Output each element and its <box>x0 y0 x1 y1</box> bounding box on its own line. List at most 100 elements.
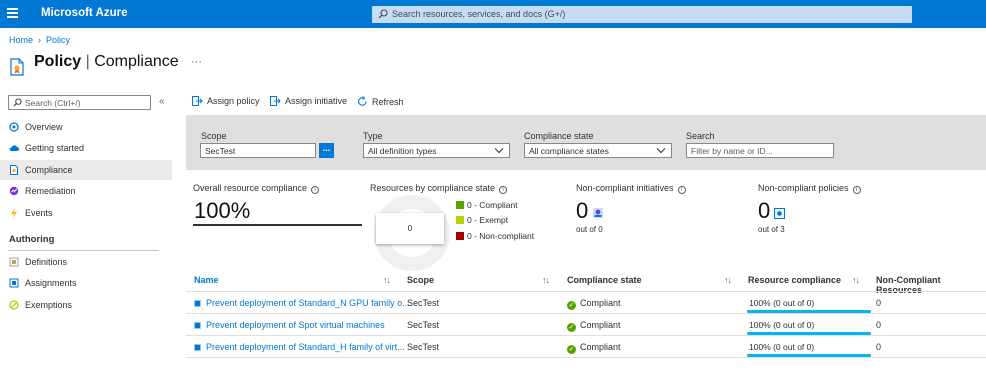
policy-assignment-icon <box>194 322 201 329</box>
table-row[interactable]: Prevent deployment of Spot virtual machi… <box>186 314 986 336</box>
policy-icon <box>10 58 24 76</box>
non-compliant-count: 0 <box>876 320 882 330</box>
sidebar-item-label: Remediation <box>25 186 76 196</box>
sidebar-section-authoring: Authoring <box>9 234 55 245</box>
resource-compliance-link[interactable]: 100% (0 out of 0) <box>749 320 814 330</box>
page-title-main: Policy <box>34 53 82 70</box>
column-header-compliance-state[interactable]: Compliance state <box>567 275 642 285</box>
policy-name-link[interactable]: Prevent deployment of Standard_H family … <box>194 342 405 352</box>
sidebar-item-label: Exemptions <box>25 300 73 310</box>
breadcrumb-home[interactable]: Home <box>9 35 33 45</box>
legend-swatch <box>456 216 464 224</box>
refresh-button[interactable]: Refresh <box>357 96 404 107</box>
sort-name-icon[interactable]: ↑↓ <box>383 275 391 285</box>
breadcrumb: Home › Policy <box>9 35 70 45</box>
overall-compliance-label: Overall resource compliance i <box>193 183 320 194</box>
global-search[interactable] <box>372 6 912 23</box>
resource-compliance-link[interactable]: 100% (0 out of 0) <box>749 298 814 308</box>
hamburger-menu-icon[interactable] <box>7 8 18 18</box>
resource-compliance-link[interactable]: 100% (0 out of 0) <box>749 342 814 352</box>
info-icon[interactable]: i <box>852 186 861 194</box>
info-icon[interactable]: i <box>677 186 686 194</box>
assign-initiative-button[interactable]: Assign initiative <box>270 96 347 106</box>
more-options-icon[interactable]: ··· <box>191 56 202 68</box>
breadcrumb-policy[interactable]: Policy <box>46 35 70 45</box>
column-header-scope[interactable]: Scope <box>407 275 434 285</box>
sort-resource-icon[interactable]: ↑↓ <box>852 275 860 285</box>
compliance-state-label: Compliance state <box>524 131 594 141</box>
policy-assignment-icon <box>774 208 785 219</box>
table-row[interactable]: Prevent deployment of Standard_N GPU fam… <box>186 292 986 314</box>
cloud-icon <box>9 145 19 151</box>
compliance-state-cell: ✓ Compliant <box>567 298 621 310</box>
assign-policy-button[interactable]: Assign policy <box>192 96 260 106</box>
sidebar-item-remediation[interactable]: Remediation <box>0 181 172 201</box>
non-compliant-initiatives-outof: out of 0 <box>576 225 603 234</box>
filter-search-input[interactable] <box>691 146 829 156</box>
sort-scope-icon[interactable]: ↑↓ <box>542 275 550 285</box>
sidebar-item-label: Definitions <box>25 257 68 267</box>
non-compliant-policies-label: Non-compliant policies i <box>758 183 861 194</box>
legend-swatch <box>456 232 464 240</box>
sidebar-divider <box>8 250 159 251</box>
page-title-separator: | <box>81 53 95 70</box>
sidebar-item-overview[interactable]: Overview <box>0 117 172 137</box>
sidebar-item-label: Compliance <box>25 165 73 175</box>
sidebar-item-events[interactable]: Events <box>0 203 172 223</box>
compliance-state-value: All compliance states <box>529 146 609 156</box>
legend-exempt: 0 - Exempt <box>456 215 508 225</box>
lightning-icon <box>11 208 17 218</box>
sidebar-search[interactable] <box>8 95 151 110</box>
overview-icon <box>9 122 19 132</box>
policy-name-link[interactable]: Prevent deployment of Spot virtual machi… <box>194 320 385 330</box>
collapse-sidebar-icon[interactable]: « <box>159 96 165 107</box>
sort-state-icon[interactable]: ↑↓ <box>724 275 732 285</box>
remediation-icon <box>9 186 19 196</box>
chevron-right-icon: › <box>38 35 42 45</box>
sidebar-item-exemptions[interactable]: Exemptions <box>0 295 172 315</box>
sidebar-item-assignments[interactable]: Assignments <box>0 273 172 293</box>
search-label: Search <box>686 131 715 141</box>
non-compliant-count: 0 <box>876 298 882 308</box>
scope-value: SecTest <box>205 146 236 156</box>
global-search-input[interactable] <box>392 7 892 21</box>
info-icon[interactable]: i <box>311 186 320 194</box>
table-row[interactable]: Prevent deployment of Standard_H family … <box>186 336 986 358</box>
check-circle-icon: ✓ <box>567 301 576 310</box>
sidebar-search-input[interactable] <box>25 97 149 108</box>
initiative-icon <box>593 208 603 218</box>
compliance-state-dropdown[interactable]: All compliance states <box>524 143 672 158</box>
sidebar-item-definitions[interactable]: Definitions <box>0 252 172 272</box>
scope-label: Scope <box>201 131 227 141</box>
exemptions-icon <box>9 300 19 310</box>
legend-compliant: 0 - Compliant <box>456 200 518 210</box>
compliance-state-cell: ✓ Compliant <box>567 320 621 332</box>
filter-search-field[interactable] <box>686 143 834 158</box>
page-title: Policy | Compliance <box>34 53 179 71</box>
sidebar-item-compliance[interactable]: Compliance <box>0 160 172 180</box>
assign-initiative-label: Assign initiative <box>285 96 348 106</box>
row-divider <box>186 357 986 358</box>
type-value: All definition types <box>368 146 437 156</box>
policy-assignment-icon <box>194 344 201 351</box>
sidebar-item-label: Assignments <box>25 278 77 288</box>
compliance-state-cell: ✓ Compliant <box>567 342 621 354</box>
column-header-name[interactable]: Name <box>194 275 219 285</box>
sidebar-item-label: Getting started <box>25 143 85 153</box>
scope-cell: SecTest <box>407 298 440 308</box>
info-icon[interactable]: i <box>499 186 508 194</box>
non-compliant-policies-outof: out of 3 <box>758 225 785 234</box>
scope-field[interactable]: SecTest <box>200 143 316 158</box>
assign-icon <box>270 96 281 106</box>
overall-compliance-underline <box>193 224 362 226</box>
assign-icon <box>192 96 203 106</box>
policy-name-link[interactable]: Prevent deployment of Standard_N GPU fam… <box>194 298 410 308</box>
sidebar-item-getting-started[interactable]: Getting started <box>0 138 172 158</box>
policy-assignment-icon <box>194 300 201 307</box>
definitions-icon <box>9 257 19 267</box>
column-header-resource-compliance[interactable]: Resource compliance <box>748 275 841 285</box>
brand-title[interactable]: Microsoft Azure <box>41 7 127 19</box>
scope-picker-button[interactable]: ... <box>319 143 334 158</box>
chevron-down-icon <box>494 148 504 154</box>
type-dropdown[interactable]: All definition types <box>363 143 510 158</box>
